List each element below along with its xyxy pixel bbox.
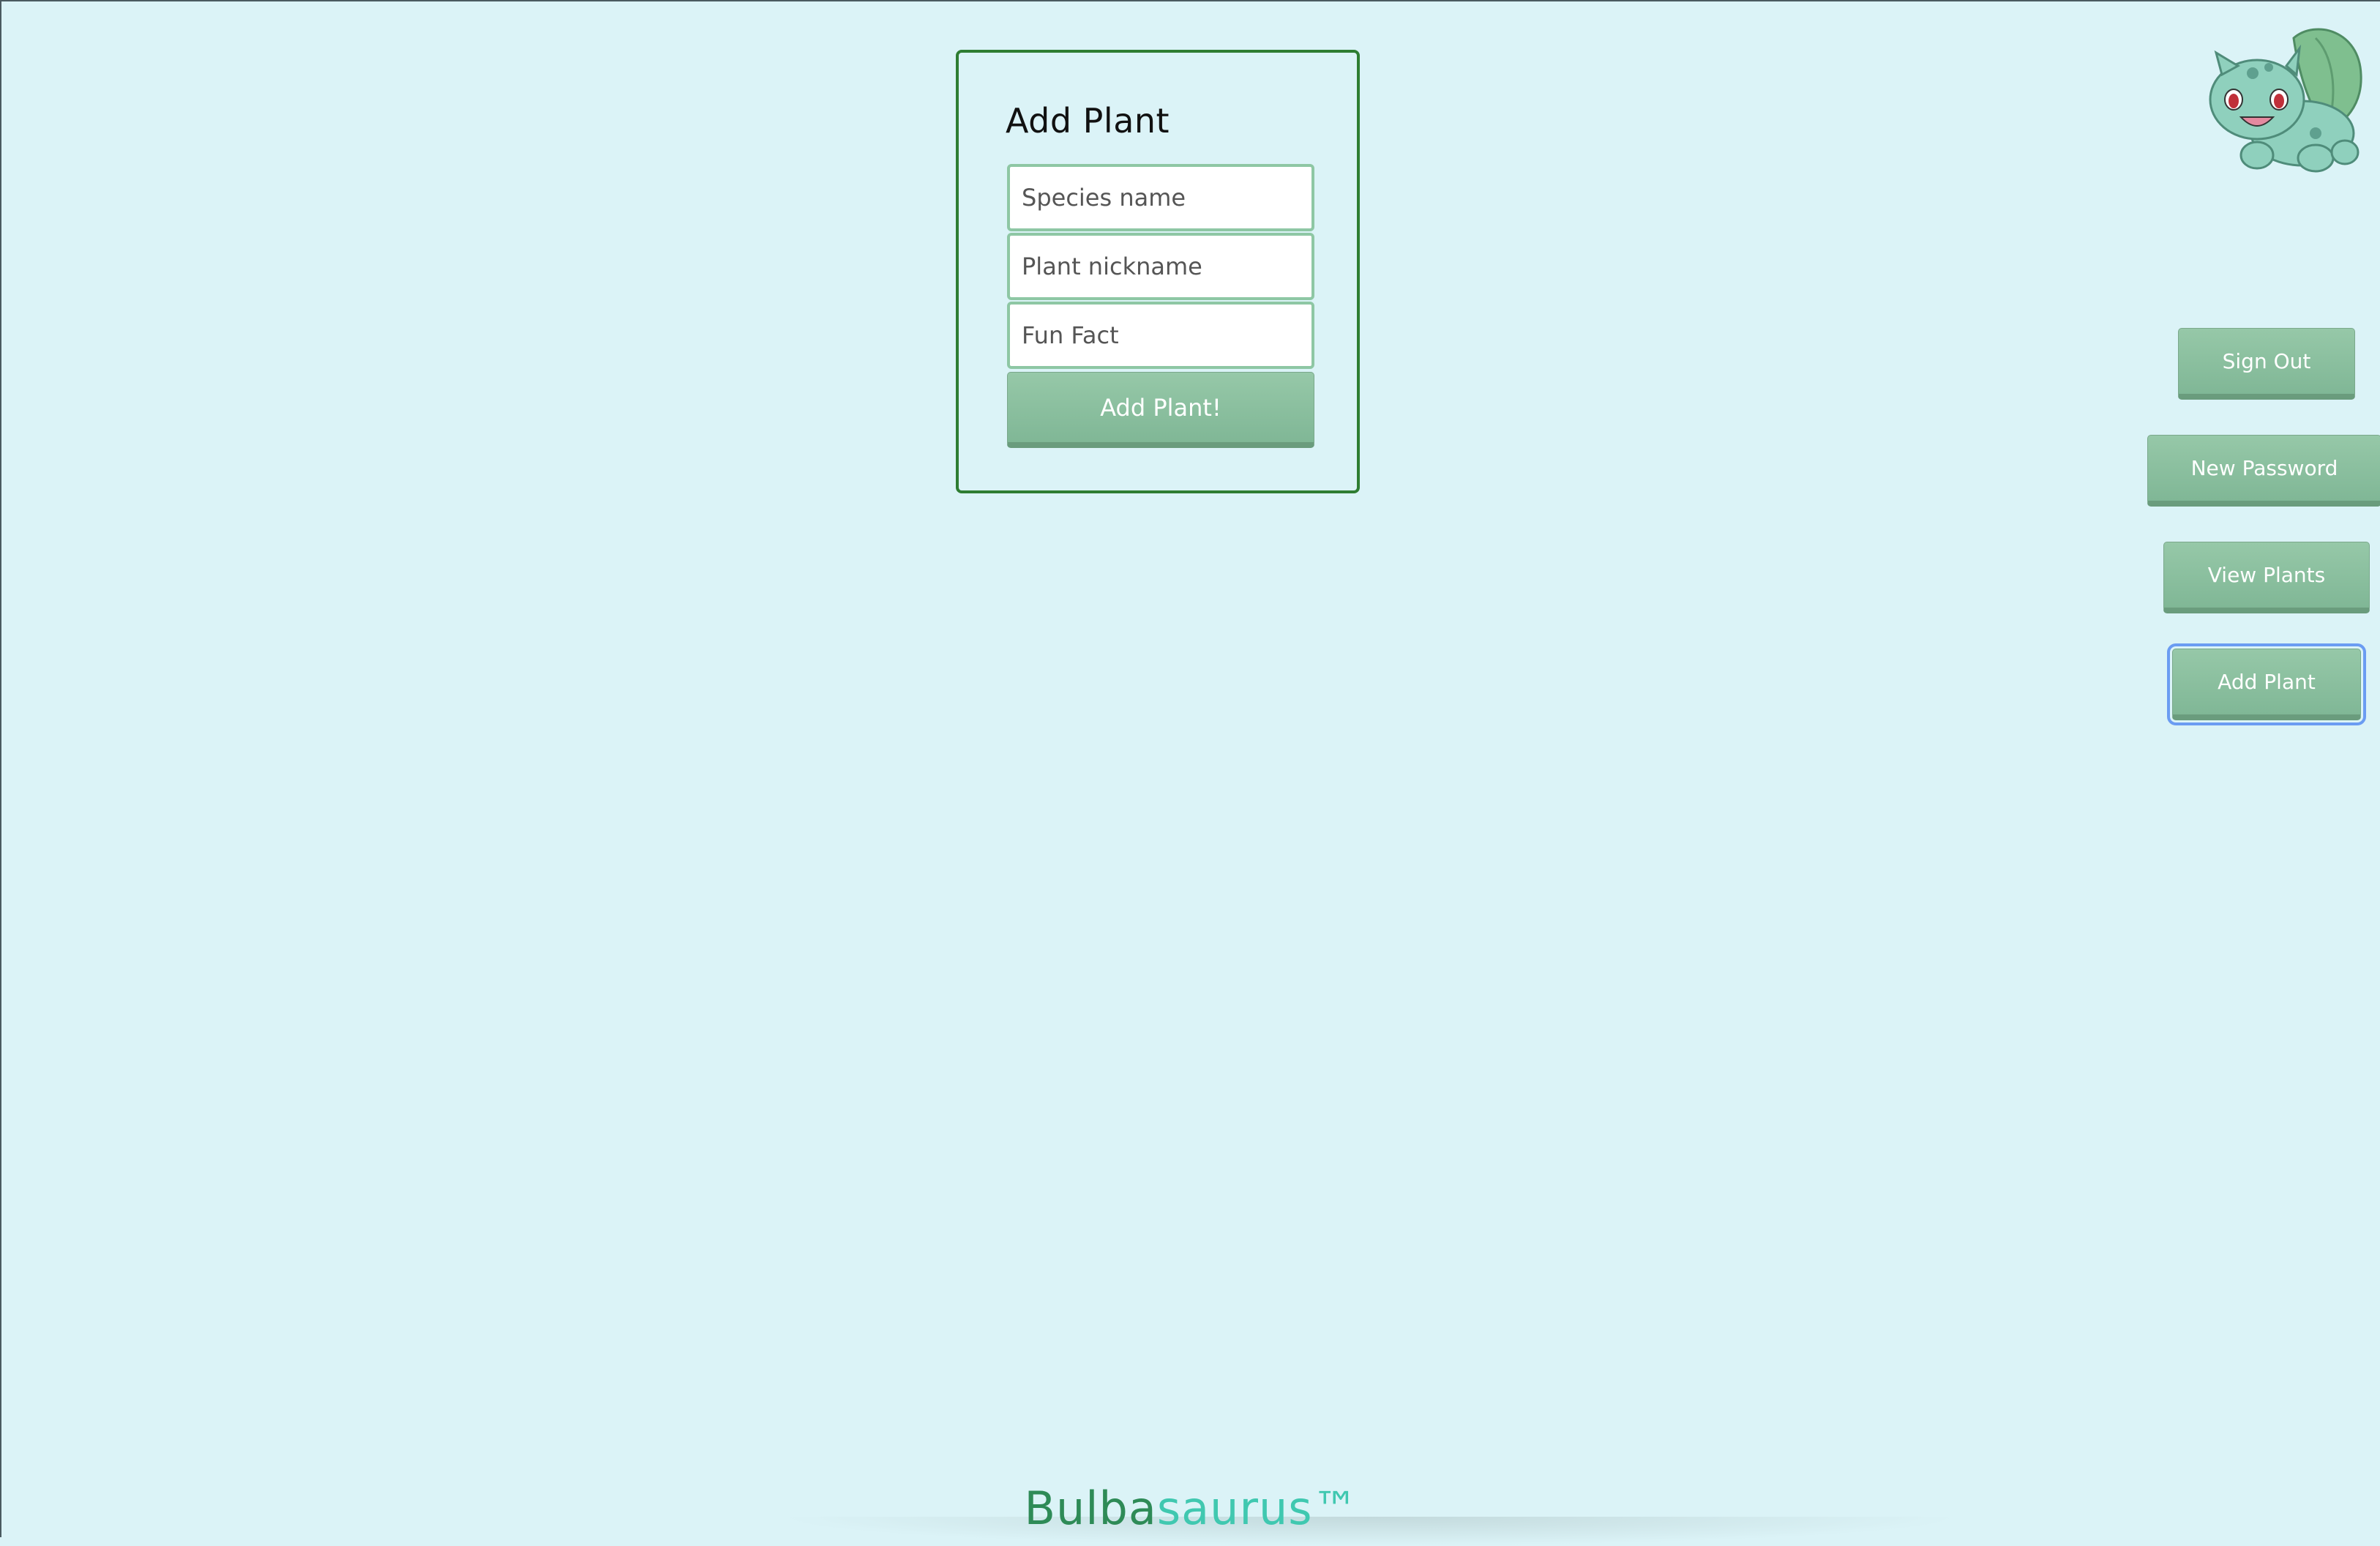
- brand-part-2: saurus™: [1156, 1482, 1359, 1535]
- card-title: Add Plant: [1006, 101, 1170, 141]
- sign-out-button[interactable]: Sign Out: [2178, 328, 2355, 400]
- fun-fact-input[interactable]: [1007, 302, 1314, 369]
- view-plants-button[interactable]: View Plants: [2163, 542, 2370, 613]
- add-plant-submit-button[interactable]: Add Plant!: [1007, 372, 1314, 448]
- new-password-button[interactable]: New Password: [2147, 435, 2380, 507]
- footer-brand: Bulbasaurus™: [1, 1483, 2380, 1534]
- plant-nickname-input[interactable]: [1007, 233, 1314, 300]
- brand-part-1: Bulba: [1024, 1482, 1157, 1535]
- add-plant-card: Add Plant Add Plant!: [956, 50, 1360, 493]
- add-plant-nav-button[interactable]: Add Plant: [2167, 643, 2366, 725]
- species-name-input[interactable]: [1007, 164, 1314, 231]
- bulbasaur-icon: [2209, 28, 2362, 173]
